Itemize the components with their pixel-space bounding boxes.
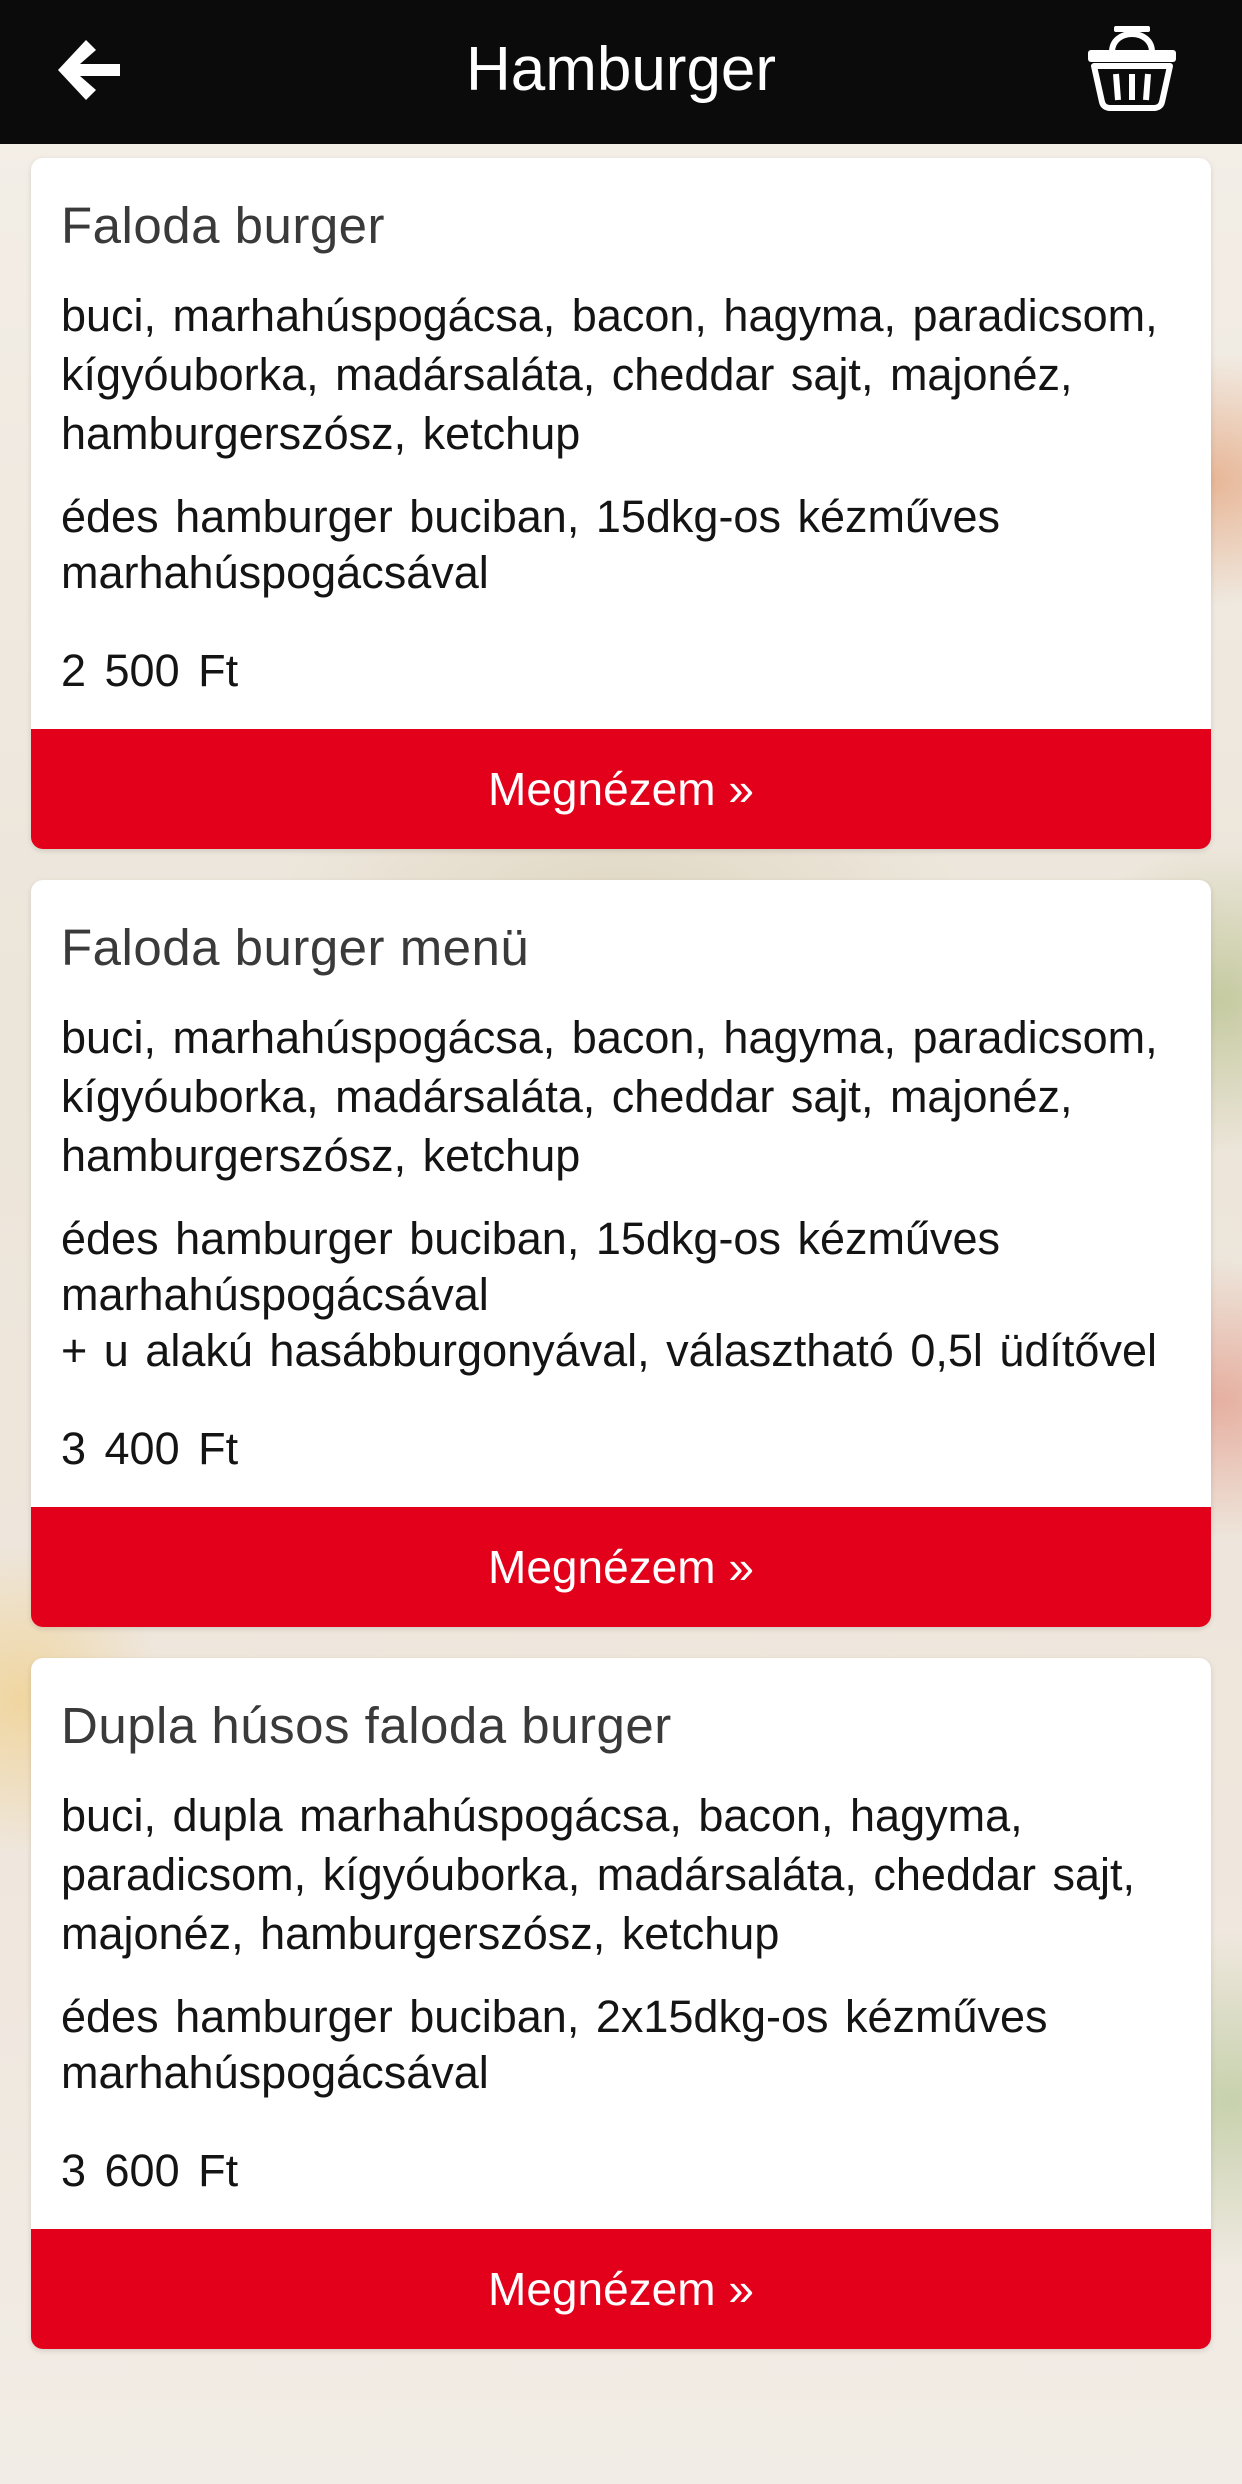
product-name: Faloda burger menü [61, 919, 530, 976]
product-card-body: Faloda burger menü buci, marhahúspogácsa… [31, 880, 1211, 1507]
product-price: 3 400 Ft [61, 1423, 239, 1474]
product-card: Dupla húsos faloda burger buci, dupla ma… [31, 1658, 1211, 2349]
product-description: édes hamburger buciban, 15dkg-os kézműve… [61, 1211, 1181, 1379]
view-product-button[interactable]: Megnézem » [31, 1507, 1211, 1627]
page-title: Hamburger [465, 35, 777, 104]
product-description: édes hamburger buciban, 15dkg-os kézműve… [61, 489, 1181, 601]
product-name: Dupla húsos faloda burger [61, 1697, 672, 1754]
view-product-button[interactable]: Megnézem » [31, 2229, 1211, 2349]
product-list: Faloda burger buci, marhahúspogácsa, bac… [31, 158, 1211, 2380]
product-price: 2 500 Ft [61, 645, 239, 696]
product-card: Faloda burger menü buci, marhahúspogácsa… [31, 880, 1211, 1627]
cart-button[interactable] [1082, 22, 1182, 112]
description-line: édes hamburger buciban, 15dkg-os kézműve… [61, 1213, 1001, 1320]
product-ingredients: buci, dupla marhahúspogácsa, bacon, hagy… [61, 1790, 1136, 1959]
product-price: 3 600 Ft [61, 2145, 239, 2196]
description-line: + u alakú hasábburgonyával, választható … [61, 1325, 1157, 1376]
description-line: édes hamburger buciban, 2x15dkg-os kézmű… [61, 1991, 1048, 2098]
product-card: Faloda burger buci, marhahúspogácsa, bac… [31, 158, 1211, 849]
product-description: édes hamburger buciban, 2x15dkg-os kézmű… [61, 1989, 1181, 2101]
product-name: Faloda burger [61, 197, 386, 254]
basket-icon [1088, 26, 1176, 111]
top-bar: Hamburger [0, 0, 1242, 144]
product-card-body: Faloda burger buci, marhahúspogácsa, bac… [31, 158, 1211, 729]
product-card-body: Dupla húsos faloda burger buci, dupla ma… [31, 1658, 1211, 2229]
product-ingredients: buci, marhahúspogácsa, bacon, hagyma, pa… [61, 290, 1158, 459]
view-product-button[interactable]: Megnézem » [31, 729, 1211, 849]
product-ingredients: buci, marhahúspogácsa, bacon, hagyma, pa… [61, 1012, 1158, 1181]
description-line: édes hamburger buciban, 15dkg-os kézműve… [61, 491, 1001, 598]
